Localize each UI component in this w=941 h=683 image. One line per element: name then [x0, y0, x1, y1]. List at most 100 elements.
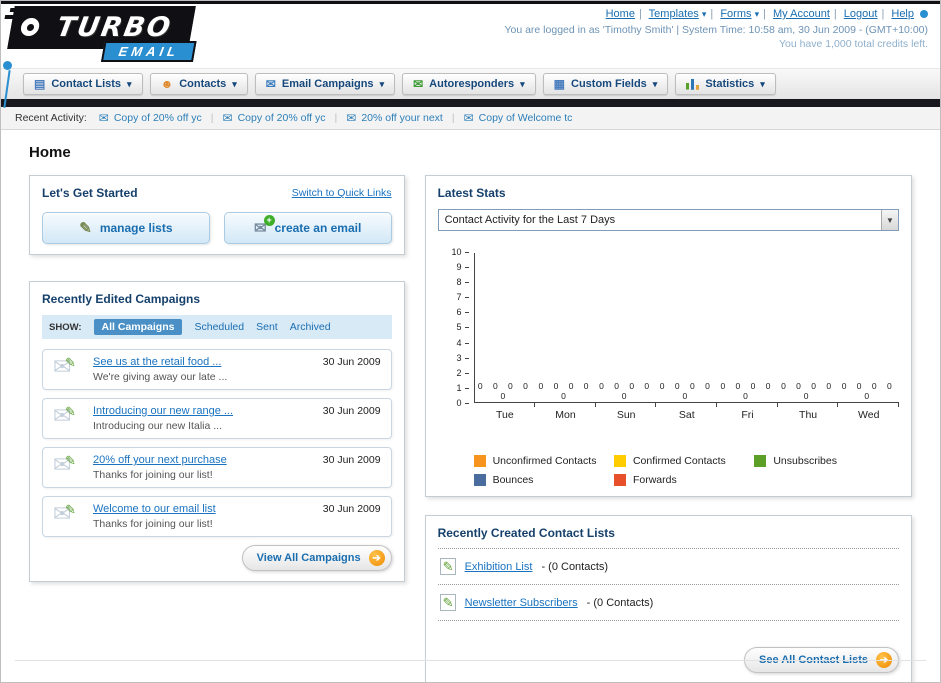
plus-icon: +	[263, 215, 275, 226]
y-axis-label: 8	[438, 278, 470, 287]
link-logout[interactable]: Logout	[844, 8, 878, 20]
recent-activity-bar: Recent Activity: ✉ Copy of 20% off yc | …	[1, 107, 940, 130]
contact-list-item[interactable]: ✎ Newsletter Subscribers - (0 Contacts)	[437, 585, 899, 621]
chevron-down-icon: ▾	[232, 78, 237, 89]
activity-item-label: 20% off your next	[361, 112, 443, 124]
chart-legend: Unconfirmed Contacts Confirmed Contacts Un…	[473, 455, 899, 486]
view-all-campaigns-button[interactable]: View All Campaigns ➔	[241, 545, 392, 571]
custom-fields-icon: ▦	[553, 77, 565, 91]
contact-lists-title: Recently Created Contact Lists	[437, 526, 615, 540]
create-email-label: create an email	[274, 221, 362, 235]
campaign-row[interactable]: ✉ ✎ 20% off your next purchase Thanks for…	[42, 447, 392, 488]
tab-label: Email Campaigns	[281, 78, 374, 90]
tab-statistics[interactable]: Statistics ▾	[675, 73, 776, 95]
recently-created-lists-panel: Recently Created Contact Lists ✎ Exhibit…	[424, 515, 912, 682]
envelope-pencil-icon: ✉ ✎	[53, 452, 76, 477]
tab-autoresponders[interactable]: ✉ Autoresponders ▾	[402, 73, 536, 95]
app-window: TURBO EMAIL Home | Templates ▾ | Forms ▾ | …	[0, 0, 941, 683]
legend-swatch	[754, 455, 767, 467]
pencil-page-icon: ✎	[439, 594, 456, 611]
filter-tab-all-campaigns[interactable]: All Campaigns	[93, 319, 183, 335]
contact-list-link[interactable]: Exhibition List	[465, 561, 533, 573]
envelope-pencil-icon: ✉ ✎	[53, 354, 76, 379]
contact-activity-chart: 10 9 8 7 6 5 4 3 2 1 0 0 0 0 0 0 Tue 0 0 0 0 0 Mon 0 0…	[438, 248, 899, 449]
get-started-title: Let's Get Started	[42, 186, 138, 200]
create-email-button[interactable]: ✉ + create an email	[223, 212, 392, 244]
campaign-row[interactable]: ✉ ✎ See us at the retail food ... We're g…	[42, 349, 392, 390]
campaign-title-link[interactable]: 20% off your next purchase	[93, 454, 313, 466]
envelope-icon: ✉	[265, 77, 276, 91]
chart-day-group: 0 0 0 0 0 Tue	[475, 253, 536, 421]
contact-list-item[interactable]: ✎ Exhibition List - (0 Contacts)	[437, 549, 899, 585]
header: TURBO EMAIL Home | Templates ▾ | Forms ▾ | …	[1, 4, 940, 108]
logo-text-email: EMAIL	[100, 41, 198, 62]
contact-list-link[interactable]: Newsletter Subscribers	[465, 597, 578, 609]
chart-value-labels: 0 0 0 0 0	[599, 381, 654, 401]
chart-value-labels: 0 0 0 0 0	[538, 381, 593, 401]
campaign-title-link[interactable]: Welcome to our email list	[93, 503, 313, 515]
nav-divider-bar	[1, 99, 940, 107]
stats-period-value: Contact Activity for the Last 7 Days	[444, 214, 616, 226]
chart-plot-area: 0 0 0 0 0 Tue 0 0 0 0 0 Mon 0 0 0 0 0 Sun 0 0 …	[473, 253, 899, 421]
link-help[interactable]: Help	[891, 8, 914, 20]
campaign-list: ✉ ✎ See us at the retail food ... We're g…	[42, 349, 392, 537]
link-forms[interactable]: Forms	[720, 8, 751, 20]
tab-contact-lists[interactable]: ▤ Contact Lists ▾	[23, 73, 143, 95]
tab-contacts[interactable]: ☻ Contacts ▾	[149, 73, 248, 95]
link-home[interactable]: Home	[606, 8, 635, 20]
view-all-campaigns-label: View All Campaigns	[256, 552, 361, 564]
campaign-row[interactable]: ✉ ✎ Introducing our new range ... Introdu…	[42, 398, 392, 439]
chart-day-group: 0 0 0 0 0 Wed	[838, 253, 899, 421]
main-content: Home Let's Get Started Switch to Quick L…	[1, 130, 940, 682]
tab-label: Contacts	[179, 78, 227, 90]
filter-tab-archived[interactable]: Archived	[290, 321, 331, 333]
y-axis-label: 3	[438, 353, 470, 363]
pencil-page-icon: ✎	[439, 558, 456, 575]
activity-item[interactable]: ✉ Copy of 20% off yc	[223, 111, 326, 125]
chevron-down-icon: ▾	[127, 78, 132, 89]
legend-item: Unsubscribes	[754, 455, 894, 467]
legend-label: Unsubscribes	[773, 455, 837, 467]
legend-item: Confirmed Contacts	[613, 455, 754, 467]
separator: |	[881, 8, 885, 20]
stats-period-select[interactable]: Contact Activity for the Last 7 Days ▼	[437, 209, 899, 231]
filter-tab-scheduled[interactable]: Scheduled	[194, 321, 244, 333]
activity-item-label: Copy of Welcome tc	[478, 112, 573, 124]
filter-tab-sent[interactable]: Sent	[256, 321, 278, 333]
envelope-icon: ✉	[463, 111, 474, 125]
activity-item[interactable]: ✉ Copy of Welcome tc	[464, 111, 573, 125]
arrow-right-icon: ➔	[368, 550, 385, 566]
chart-value-labels: 0 0 0 0 0	[781, 381, 836, 401]
chart-day-group: 0 0 0 0 0 Mon	[535, 253, 596, 421]
separator: |	[334, 112, 338, 124]
latest-stats-title: Latest Stats	[437, 186, 506, 200]
campaign-row[interactable]: ✉ ✎ Welcome to our email list Thanks for …	[42, 496, 392, 537]
activity-item[interactable]: ✉ 20% off your next	[346, 111, 443, 125]
campaign-title-link[interactable]: Introducing our new range ...	[93, 405, 313, 417]
y-axis-label: 7	[438, 293, 470, 302]
logo: TURBO EMAIL	[4, 6, 198, 62]
left-column: Let's Get Started Switch to Quick Links …	[29, 175, 405, 582]
tab-email-campaigns[interactable]: ✉ Email Campaigns ▾	[254, 73, 396, 95]
link-my-account[interactable]: My Account	[773, 8, 830, 20]
recently-edited-campaigns-panel: Recently Edited Campaigns SHOW: All Camp…	[29, 281, 405, 582]
activity-item[interactable]: ✉ Copy of 20% off yc	[99, 111, 202, 125]
campaign-date: 30 Jun 2009	[322, 405, 381, 417]
campaign-date: 30 Jun 2009	[322, 454, 381, 466]
tab-custom-fields[interactable]: ▦ Custom Fields ▾	[542, 73, 669, 95]
chevron-down-icon: ▾	[379, 78, 385, 89]
separator: |	[451, 112, 455, 124]
contact-lists-icon: ▤	[34, 77, 46, 91]
y-axis-label: 5	[438, 323, 470, 332]
tab-label: Statistics	[705, 78, 755, 90]
switch-quick-links-link[interactable]: Switch to Quick Links	[292, 187, 392, 199]
chart-day-group: 0 0 0 0 0 Sat	[656, 253, 717, 421]
campaign-title-link[interactable]: See us at the retail food ...	[93, 356, 313, 368]
separator: |	[638, 8, 642, 20]
legend-label: Confirmed Contacts	[632, 455, 726, 467]
contact-list-detail: - (0 Contacts)	[541, 560, 609, 573]
footer-divider	[15, 660, 926, 661]
x-axis-label: Fri	[741, 409, 754, 421]
link-templates[interactable]: Templates	[649, 8, 699, 20]
manage-lists-button[interactable]: ✎ manage lists	[42, 212, 210, 244]
